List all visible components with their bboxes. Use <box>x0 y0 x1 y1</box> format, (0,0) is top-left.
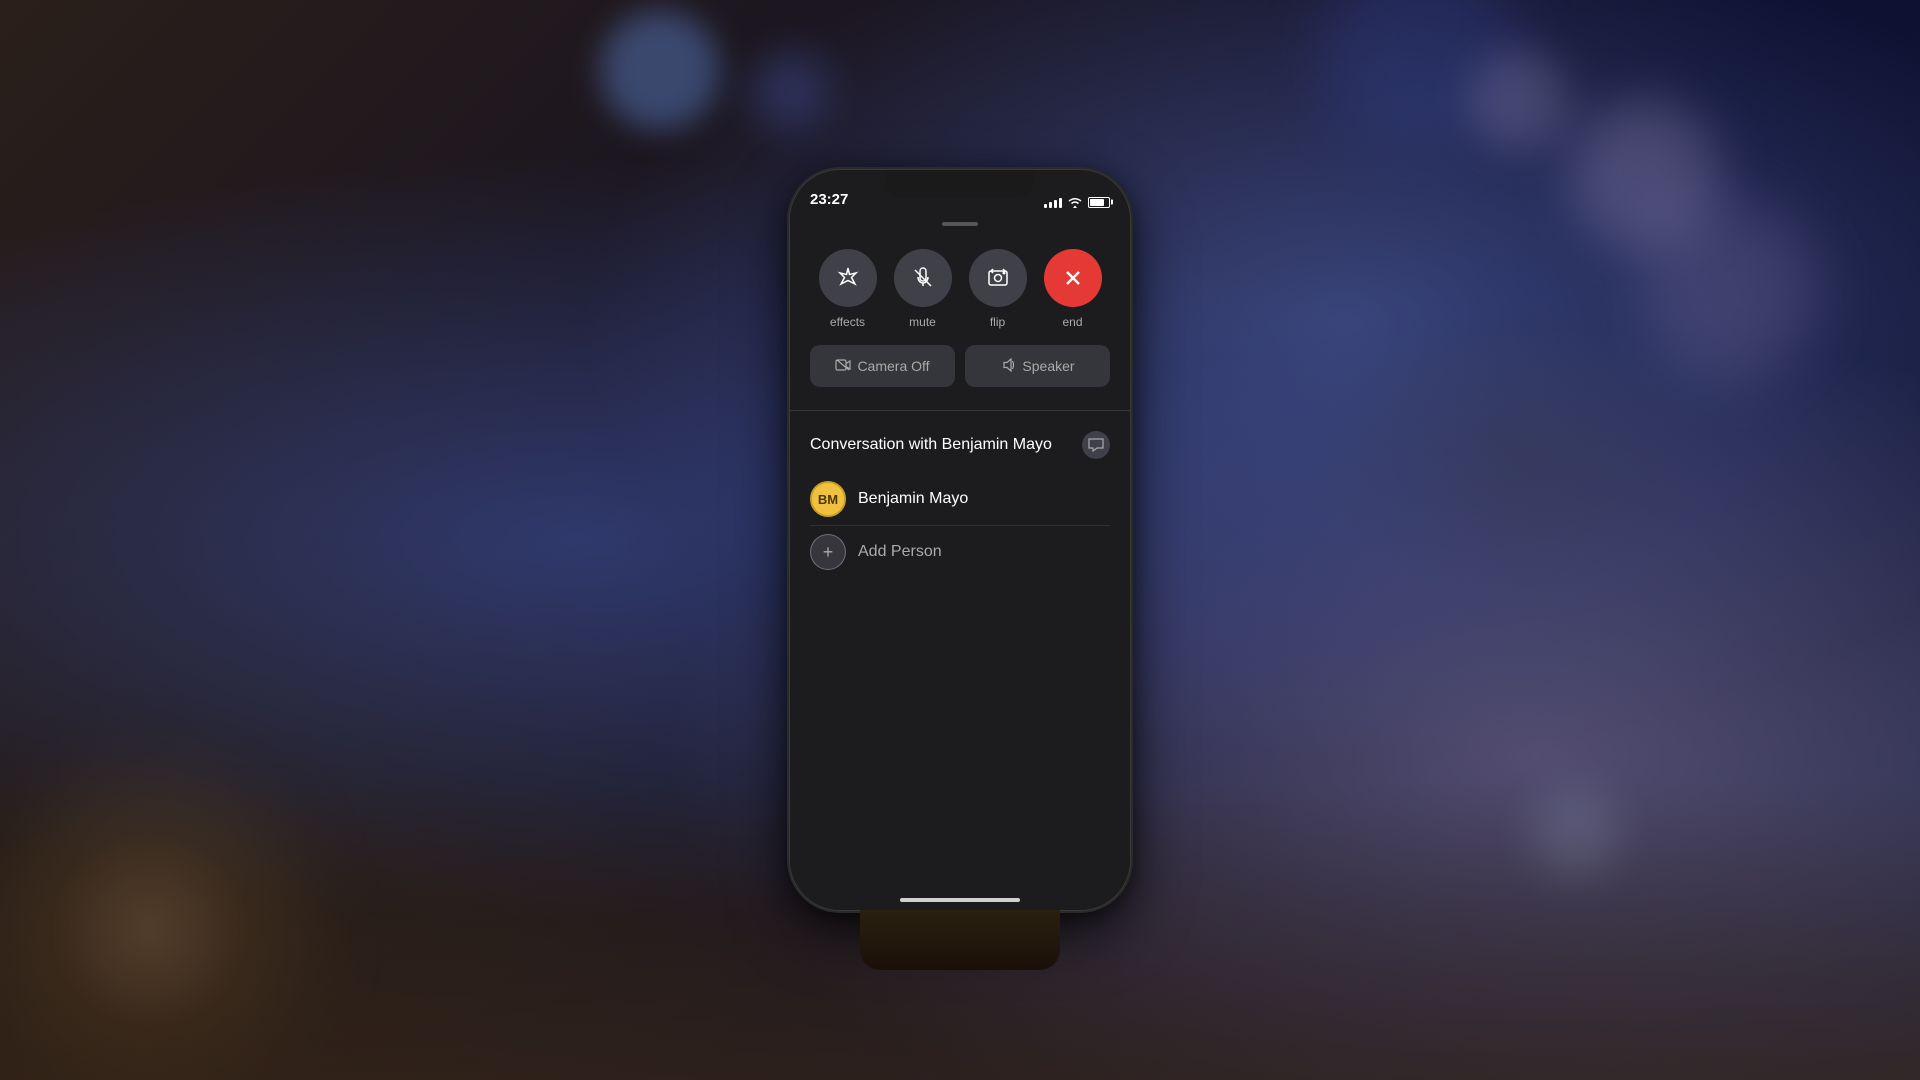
status-icons <box>1044 196 1110 208</box>
controls-area: effects mute <box>790 234 1130 402</box>
mute-label: mute <box>909 315 936 329</box>
contact-name-benjamin: Benjamin Mayo <box>858 490 968 508</box>
flip-icon <box>986 266 1010 290</box>
speech-bubble-icon <box>1088 438 1104 452</box>
phone-screen: 23:27 <box>790 170 1130 910</box>
message-icon-button[interactable] <box>1082 431 1110 459</box>
screen-content: effects mute <box>790 214 1130 910</box>
speaker-label: Speaker <box>1022 358 1074 374</box>
bokeh-decoration-1 <box>600 10 720 130</box>
signal-bar-2 <box>1049 202 1052 208</box>
add-person-icon: + <box>810 534 846 570</box>
speaker-button[interactable]: Speaker <box>965 345 1110 387</box>
camera-off-icon <box>835 358 851 375</box>
add-person-item[interactable]: + Add Person <box>810 526 1110 578</box>
drag-indicator[interactable] <box>942 222 978 226</box>
phone-stand <box>860 910 1060 970</box>
end-icon <box>1061 266 1085 290</box>
effects-label: effects <box>830 315 865 329</box>
end-button[interactable]: end <box>1044 249 1102 329</box>
speaker-icon <box>1000 358 1016 375</box>
status-time: 23:27 <box>810 191 848 208</box>
conversation-title: Conversation with Benjamin Mayo <box>810 436 1052 454</box>
phone-wrapper: 23:27 <box>790 170 1130 910</box>
home-indicator[interactable] <box>900 898 1020 902</box>
signal-bar-1 <box>1044 204 1047 208</box>
effects-button-circle <box>819 249 877 307</box>
bokeh-decoration-6 <box>1470 50 1570 150</box>
background-hand <box>50 830 250 1030</box>
camera-off-label: Camera Off <box>857 358 929 374</box>
phone-notch <box>885 170 1035 198</box>
control-buttons-row: effects mute <box>810 249 1110 329</box>
battery-icon <box>1088 197 1110 208</box>
mute-icon <box>911 266 935 290</box>
plus-icon: + <box>823 542 834 563</box>
contact-avatar-bm: BM <box>810 481 846 517</box>
bokeh-decoration-2 <box>750 50 830 130</box>
add-person-label: Add Person <box>858 543 942 561</box>
flip-button[interactable]: flip <box>969 249 1027 329</box>
end-button-circle <box>1044 249 1102 307</box>
contact-item-benjamin[interactable]: BM Benjamin Mayo <box>810 473 1110 526</box>
camera-off-button[interactable]: Camera Off <box>810 345 955 387</box>
bottom-buttons-row: Camera Off Speaker <box>810 345 1110 387</box>
end-label: end <box>1062 315 1082 329</box>
signal-bar-3 <box>1054 200 1057 208</box>
conversation-section: Conversation with Benjamin Mayo BM Benja… <box>790 419 1130 578</box>
background-shoe <box>1320 300 1720 600</box>
signal-bars-icon <box>1044 196 1062 208</box>
effects-button[interactable]: effects <box>819 249 877 329</box>
effects-icon <box>836 266 860 290</box>
signal-bar-4 <box>1059 198 1062 208</box>
wifi-icon <box>1067 196 1083 208</box>
contact-list: BM Benjamin Mayo + Add Person <box>810 473 1110 578</box>
flip-button-circle <box>969 249 1027 307</box>
flip-label: flip <box>990 315 1005 329</box>
mute-button-circle <box>894 249 952 307</box>
mute-button[interactable]: mute <box>894 249 952 329</box>
section-divider <box>790 410 1130 411</box>
battery-fill <box>1090 199 1104 206</box>
phone-frame: 23:27 <box>790 170 1130 910</box>
conversation-header: Conversation with Benjamin Mayo <box>810 431 1110 459</box>
